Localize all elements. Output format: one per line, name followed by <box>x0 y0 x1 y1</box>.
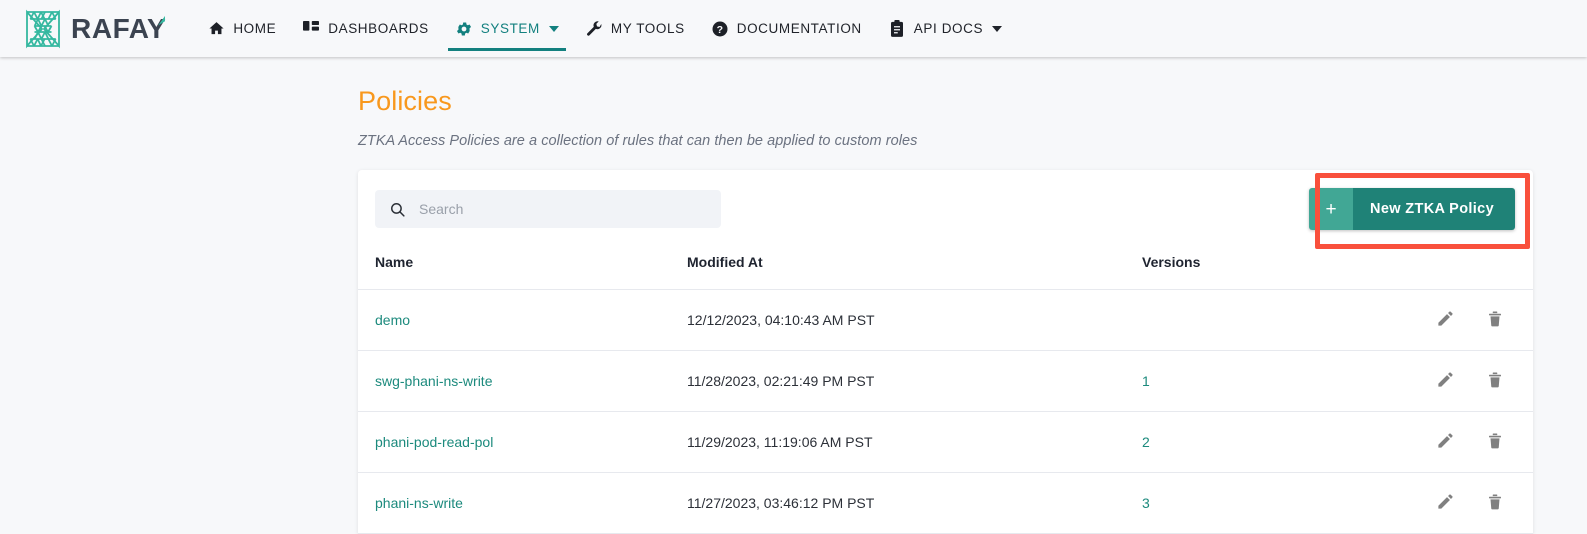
cell-modified-at: 12/12/2023, 04:10:43 AM PST <box>687 289 1142 351</box>
nav-item-home[interactable]: HOME <box>194 0 289 57</box>
new-ztka-policy-button[interactable]: + New ZTKA Policy <box>1309 188 1515 230</box>
row-actions <box>1372 309 1533 331</box>
edit-policy-button[interactable] <box>1434 492 1456 514</box>
page-subtitle: ZTKA Access Policies are a collection of… <box>358 133 918 149</box>
pencil-icon <box>1436 492 1455 514</box>
search-box[interactable] <box>375 190 721 228</box>
cell-name: swg-phani-ns-write <box>358 350 687 412</box>
brand-logo-link[interactable]: RAFAY <box>22 9 166 49</box>
cell-actions <box>1372 472 1533 534</box>
cell-actions <box>1372 411 1533 473</box>
nav-item-my-tools-label: MY TOOLS <box>610 21 685 36</box>
nav-item-api-docs-label: API DOCS <box>913 21 984 36</box>
trash-icon <box>1486 371 1504 392</box>
cell-versions: 2 <box>1142 411 1372 473</box>
gear-icon <box>455 20 473 38</box>
edit-policy-button[interactable] <box>1434 309 1456 331</box>
nav-item-documentation-label: DOCUMENTATION <box>736 21 862 36</box>
content-column: Policies ZTKA Access Policies are a coll… <box>358 86 1533 534</box>
row-actions <box>1372 492 1533 514</box>
dashboards-grid-icon <box>302 20 320 38</box>
delete-policy-button[interactable] <box>1484 309 1506 331</box>
cell-name: phani-pod-read-pol <box>358 411 687 473</box>
nav-item-my-tools[interactable]: MY TOOLS <box>572 0 698 57</box>
policy-versions-link[interactable]: 1 <box>1142 373 1150 389</box>
search-icon <box>389 201 406 218</box>
policy-name-link[interactable]: swg-phani-ns-write <box>375 373 492 389</box>
svg-text:?: ? <box>716 23 723 35</box>
edit-policy-button[interactable] <box>1434 370 1456 392</box>
cell-name: demo <box>358 289 687 351</box>
table-row: phani-ns-write 11/27/2023, 03:46:12 PM P… <box>358 472 1533 534</box>
plus-icon: + <box>1309 188 1354 230</box>
edit-policy-button[interactable] <box>1434 431 1456 453</box>
policies-table-head: Name Modified At Versions <box>358 244 1533 290</box>
row-actions <box>1372 370 1533 392</box>
table-row: swg-phani-ns-write 11/28/2023, 02:21:49 … <box>358 350 1533 412</box>
nav-item-dashboards[interactable]: DASHBOARDS <box>289 0 442 57</box>
card-toolbar: + New ZTKA Policy <box>358 170 1533 249</box>
cell-versions: 3 <box>1142 472 1372 534</box>
new-ztka-policy-label: New ZTKA Policy <box>1353 188 1515 230</box>
chevron-down-icon <box>992 25 1003 32</box>
page-title: Policies <box>358 86 452 116</box>
cell-modified-at: 11/29/2023, 11:19:06 AM PST <box>687 411 1142 473</box>
main-nav-items: HOME DASHBOARDS SYSTEM MY TOOLS ? DOCUME… <box>194 0 1015 57</box>
policies-card: + New ZTKA Policy Name Modified At Versi… <box>358 170 1533 534</box>
chevron-down-icon <box>548 25 559 32</box>
policy-name-link[interactable]: demo <box>375 312 410 328</box>
home-icon <box>207 20 225 38</box>
nav-item-api-docs[interactable]: API DOCS <box>875 0 1015 57</box>
cell-actions <box>1372 289 1533 351</box>
policies-table: Name Modified At Versions demo 12/12/202… <box>358 244 1533 534</box>
rafay-mesh-logo-icon <box>22 9 64 49</box>
policy-name-link[interactable]: phani-ns-write <box>375 495 463 511</box>
column-header-name[interactable]: Name <box>358 244 687 290</box>
search-input[interactable] <box>417 200 707 218</box>
column-header-versions[interactable]: Versions <box>1142 244 1372 290</box>
pencil-icon <box>1436 431 1455 453</box>
clipboard-icon <box>888 19 906 38</box>
nav-item-documentation[interactable]: ? DOCUMENTATION <box>698 0 875 57</box>
policies-table-body: demo 12/12/2023, 04:10:43 AM PST swg-pha… <box>358 289 1533 534</box>
delete-policy-button[interactable] <box>1484 370 1506 392</box>
delete-policy-button[interactable] <box>1484 492 1506 514</box>
cell-modified-at: 11/27/2023, 03:46:12 PM PST <box>687 472 1142 534</box>
top-navigation-bar: RAFAY HOME DASHBOARDS SYSTEM MY TOOLS ? … <box>0 0 1587 57</box>
nav-item-dashboards-label: DASHBOARDS <box>328 21 429 36</box>
table-row: demo 12/12/2023, 04:10:43 AM PST <box>358 289 1533 351</box>
delete-policy-button[interactable] <box>1484 431 1506 453</box>
cell-versions <box>1142 289 1372 351</box>
brand-name: RAFAY <box>71 12 167 44</box>
nav-item-system[interactable]: SYSTEM <box>442 0 572 57</box>
page-body: Policies ZTKA Access Policies are a coll… <box>0 86 1587 534</box>
table-header-row: Name Modified At Versions <box>358 244 1533 290</box>
nav-item-home-label: HOME <box>233 21 277 36</box>
question-circle-icon: ? <box>711 20 729 38</box>
trash-icon <box>1486 432 1504 453</box>
cell-actions <box>1372 350 1533 412</box>
policy-versions-link[interactable]: 2 <box>1142 434 1150 450</box>
pencil-icon <box>1436 370 1455 392</box>
trash-icon <box>1486 310 1504 331</box>
row-actions <box>1372 431 1533 453</box>
wrench-icon <box>585 20 603 38</box>
policy-name-link[interactable]: phani-pod-read-pol <box>375 434 493 450</box>
table-row: phani-pod-read-pol 11/29/2023, 11:19:06 … <box>358 411 1533 473</box>
cell-versions: 1 <box>1142 350 1372 412</box>
nav-item-system-label: SYSTEM <box>480 21 540 36</box>
cell-name: phani-ns-write <box>358 472 687 534</box>
policy-versions-link[interactable]: 3 <box>1142 495 1150 511</box>
cell-modified-at: 11/28/2023, 02:21:49 PM PST <box>687 350 1142 412</box>
column-header-actions <box>1372 244 1533 290</box>
column-header-modified-at[interactable]: Modified At <box>687 244 1142 290</box>
pencil-icon <box>1436 309 1455 331</box>
trash-icon <box>1486 493 1504 514</box>
